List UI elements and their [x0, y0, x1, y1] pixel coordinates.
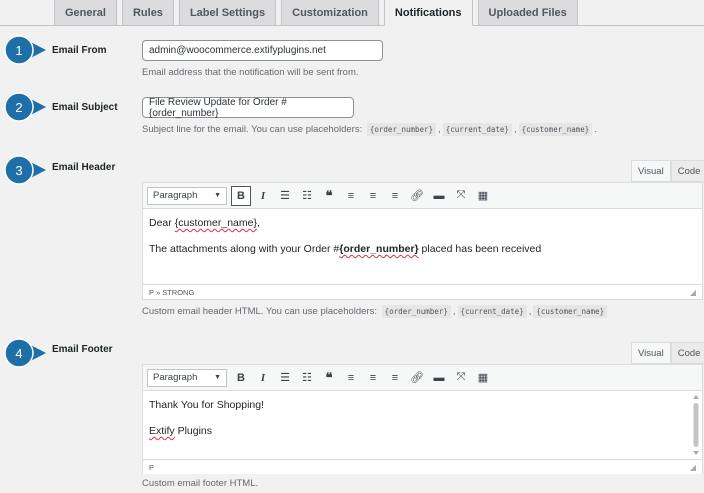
blockquote-icon[interactable]: ❝ — [319, 186, 339, 206]
step-badge-1: 1 — [4, 35, 46, 65]
step-badge-3: 3 — [4, 155, 46, 185]
placeholder-current-date: {current_date} — [457, 305, 527, 318]
email-subject-description: Subject line for the email. You can use … — [142, 123, 597, 136]
email-header-description: Custom email header HTML. You can use pl… — [142, 305, 609, 318]
align-left-icon[interactable]: ≡ — [341, 368, 361, 388]
placeholder-customer-name: {customer_name} — [518, 123, 593, 136]
numbered-list-icon[interactable]: ☷ — [297, 368, 317, 388]
fullscreen-icon[interactable]: ⤧ — [451, 186, 471, 206]
email-footer-label: Email Footer — [52, 344, 113, 355]
toolbar-toggle-icon[interactable]: ▦ — [473, 186, 493, 206]
email-header-visual-tab[interactable]: Visual — [631, 160, 671, 182]
email-header-toolbar: Paragraph ▼ B I ☰ ☷ ❝ ≡ ≡ ≡ 🔗︎ ▬ ⤧ ▦ — [143, 183, 702, 209]
email-subject-label: Email Subject — [52, 102, 118, 113]
tab-uploaded-files[interactable]: Uploaded Files — [477, 0, 578, 26]
italic-icon[interactable]: I — [253, 368, 273, 388]
align-center-icon[interactable]: ≡ — [363, 186, 383, 206]
placeholder-current-date: {current_date} — [442, 123, 512, 136]
read-more-icon[interactable]: ▬ — [429, 368, 449, 388]
toolbar-toggle-icon[interactable]: ▦ — [473, 368, 493, 388]
tab-general[interactable]: General — [54, 0, 117, 26]
email-header-editor-tabs: Visual Code — [631, 160, 704, 182]
email-footer-status-bar: P ◢ — [143, 459, 702, 474]
email-footer-visual-tab[interactable]: Visual — [631, 342, 671, 364]
email-from-label: Email From — [52, 45, 107, 56]
email-from-input[interactable]: admin@woocommerce.extifyplugins.net — [142, 40, 383, 61]
bold-icon[interactable]: B — [231, 185, 251, 206]
tab-notifications[interactable]: Notifications — [383, 0, 473, 26]
email-header-path: P » STRONG — [149, 287, 195, 297]
caret-down-icon: ▼ — [214, 192, 221, 199]
email-from-description: Email address that the notification will… — [142, 67, 359, 78]
tab-label-settings[interactable]: Label Settings — [178, 0, 277, 26]
email-footer-toolbar: Paragraph ▼ B I ☰ ☷ ❝ ≡ ≡ ≡ 🔗︎ ▬ ⤧ ▦ — [143, 365, 702, 391]
step-badge-4: 4 — [4, 338, 46, 368]
email-header-editor: Paragraph ▼ B I ☰ ☷ ❝ ≡ ≡ ≡ 🔗︎ ▬ ⤧ ▦ Dear… — [142, 182, 703, 300]
resize-handle-icon[interactable]: ◢ — [690, 463, 696, 472]
placeholder-customer-name: {customer_name} — [533, 305, 608, 318]
email-header-line-1: Dear {customer_name}, — [149, 217, 260, 229]
bullet-list-icon[interactable]: ☰ — [275, 186, 295, 206]
placeholder-order-number: {order_number} — [381, 305, 451, 318]
email-header-code-tab[interactable]: Code — [670, 160, 704, 182]
email-footer-line-1: Thank You for Shopping! — [149, 399, 265, 411]
email-footer-line-2: Extify Plugins — [149, 425, 213, 437]
align-right-icon[interactable]: ≡ — [385, 368, 405, 388]
email-footer-content[interactable]: Thank You for Shopping! Extify Plugins — [143, 391, 702, 459]
fullscreen-icon[interactable]: ⤧ — [451, 368, 471, 388]
tab-customization[interactable]: Customization — [281, 0, 379, 26]
email-footer-editor-tabs: Visual Code — [631, 342, 704, 364]
email-header-status-bar: P » STRONG ◢ — [143, 284, 702, 299]
resize-handle-icon[interactable]: ◢ — [690, 288, 696, 297]
email-footer-path: P — [149, 462, 155, 472]
numbered-list-icon[interactable]: ☷ — [297, 186, 317, 206]
caret-down-icon: ▼ — [214, 374, 221, 381]
align-center-icon[interactable]: ≡ — [363, 368, 383, 388]
tab-rules[interactable]: Rules — [121, 0, 174, 26]
email-footer-scrollbar[interactable] — [693, 395, 699, 455]
read-more-icon[interactable]: ▬ — [429, 186, 449, 206]
settings-tabs: General Rules Label Settings Customizati… — [54, 0, 583, 26]
link-icon[interactable]: 🔗︎ — [407, 186, 427, 206]
email-subject-input[interactable]: File Review Update for Order #{order_num… — [142, 97, 354, 119]
link-icon[interactable]: 🔗︎ — [407, 368, 427, 388]
email-footer-code-tab[interactable]: Code — [670, 342, 704, 364]
email-header-format-select[interactable]: Paragraph ▼ — [147, 186, 227, 205]
bold-icon[interactable]: B — [231, 368, 251, 388]
email-footer-editor: Paragraph ▼ B I ☰ ☷ ❝ ≡ ≡ ≡ 🔗︎ ▬ ⤧ ▦ Than… — [142, 364, 703, 474]
align-right-icon[interactable]: ≡ — [385, 186, 405, 206]
blockquote-icon[interactable]: ❝ — [319, 368, 339, 388]
email-footer-format-select[interactable]: Paragraph ▼ — [147, 368, 227, 387]
email-footer-description: Custom email footer HTML. — [142, 478, 259, 489]
placeholder-order-number: {order_number} — [366, 123, 437, 136]
email-header-label: Email Header — [52, 162, 116, 173]
align-left-icon[interactable]: ≡ — [341, 186, 361, 206]
email-header-line-2: The attachments along with your Order #{… — [149, 243, 542, 255]
italic-icon[interactable]: I — [253, 186, 273, 206]
email-header-content[interactable]: Dear {customer_name}, The attachments al… — [143, 209, 702, 284]
step-badge-2: 2 — [4, 92, 46, 122]
bullet-list-icon[interactable]: ☰ — [275, 368, 295, 388]
